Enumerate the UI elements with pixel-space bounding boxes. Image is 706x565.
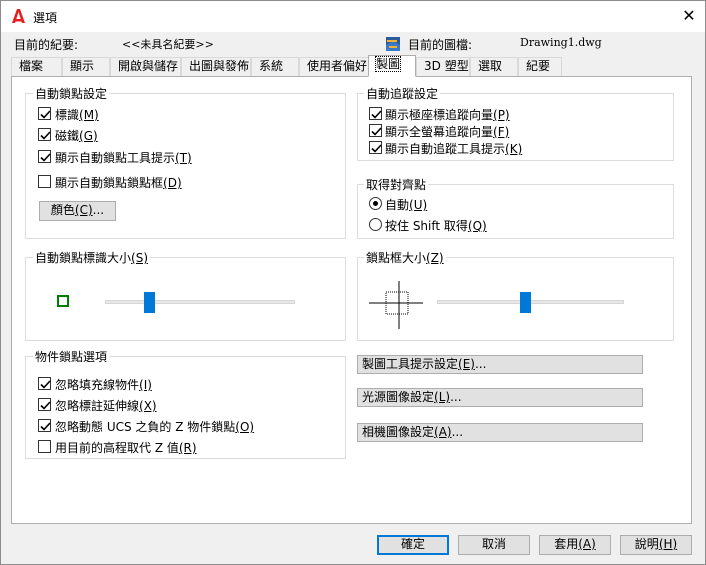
checkmark-icon xyxy=(371,110,382,119)
autotrack-tooltip-label: 顯示自動追蹤工具提示(K) xyxy=(385,142,523,156)
marker-size-group xyxy=(25,257,346,341)
checkmark-icon xyxy=(40,110,51,119)
shift-to-acquire-radio[interactable] xyxy=(369,218,382,231)
tab-display[interactable]: 顯示 xyxy=(62,57,110,76)
ignore-dimension-extension-checkbox[interactable] xyxy=(38,398,51,411)
current-drawing-value: Drawing1.dwg xyxy=(520,36,602,49)
marker-size-slider-thumb[interactable] xyxy=(143,292,155,313)
cameras-glyph-settings-button[interactable]: 相機圖像設定(A)... xyxy=(357,423,643,442)
lights-glyph-settings-button[interactable]: 光源圖像設定(L)... xyxy=(357,388,643,407)
marker-checkbox[interactable] xyxy=(38,107,51,120)
magnet-checkbox[interactable] xyxy=(38,128,51,141)
tab-3d-modeling[interactable]: 3D 塑型 xyxy=(416,57,470,76)
drawing-file-icon xyxy=(386,37,400,51)
autosnap-settings-title: 自動鎖點設定 xyxy=(33,85,110,102)
checkmark-icon xyxy=(40,380,51,389)
tab-profiles[interactable]: 紀要 xyxy=(518,57,562,76)
autocad-logo-icon xyxy=(12,9,25,23)
autotrack-settings-title: 自動追蹤設定 xyxy=(364,85,441,102)
automatic-label: 自動(U) xyxy=(385,198,428,212)
polar-tracking-vector-label: 顯示極座標追蹤向量(P) xyxy=(385,108,510,122)
aperture-box-checkbox[interactable] xyxy=(38,175,51,188)
tab-plot-and-publish[interactable]: 出圖與發佈 xyxy=(181,57,251,76)
autotrack-tooltip-checkbox[interactable] xyxy=(369,141,382,154)
tab-open-and-save[interactable]: 開啟與儲存 xyxy=(110,57,181,76)
shift-to-acquire-label: 按住 Shift 取得(Q) xyxy=(385,219,487,233)
ok-button[interactable]: 確定 xyxy=(377,535,449,555)
drafting-tab-panel: 自動鎖點設定 標識(M) 磁鐵(G) 顯示自動鎖點工具提示(T) 顯示自動鎖點鎖… xyxy=(11,76,692,524)
checkmark-icon xyxy=(40,153,51,162)
marker-size-title: 自動鎖點標識大小(S) xyxy=(33,249,150,266)
current-profile-value: <<未具名紀要>> xyxy=(122,38,214,51)
tab-user-preferences[interactable]: 使用者偏好 xyxy=(299,57,370,76)
object-snap-options-title: 物件鎖點選項 xyxy=(33,348,110,365)
cancel-button[interactable]: 取消 xyxy=(458,535,530,555)
ignore-hatch-label: 忽略填充線物件(I) xyxy=(55,378,152,392)
tab-drafting[interactable]: 製圖 xyxy=(368,55,416,77)
help-button[interactable]: 說明(H) xyxy=(620,535,692,555)
close-icon: ✕ xyxy=(682,6,696,25)
drafting-tooltip-settings-button[interactable]: 製圖工具提示設定(E)... xyxy=(357,355,643,374)
checkmark-icon xyxy=(40,131,51,140)
radio-selected-dot xyxy=(373,201,378,206)
ignore-dimension-extension-label: 忽略標註延伸線(X) xyxy=(55,399,157,413)
checkmark-icon xyxy=(371,144,382,153)
current-profile-label: 目前的紀要: xyxy=(14,38,79,52)
aperture-size-slider-thumb[interactable] xyxy=(519,292,531,313)
ignore-hatch-checkbox[interactable] xyxy=(38,377,51,390)
current-drawing-label: 目前的圖檔: xyxy=(408,38,473,52)
autosnap-tooltip-label: 顯示自動鎖點工具提示(T) xyxy=(55,151,192,165)
polar-tracking-vector-checkbox[interactable] xyxy=(369,107,382,120)
checkmark-icon xyxy=(40,401,51,410)
checkmark-icon xyxy=(371,127,382,136)
apply-button[interactable]: 套用(A) xyxy=(539,535,611,555)
aperture-box-label: 顯示自動鎖點鎖點框(D) xyxy=(55,176,182,190)
full-screen-tracking-vector-checkbox[interactable] xyxy=(369,124,382,137)
tab-files[interactable]: 檔案 xyxy=(11,57,62,76)
checkmark-icon xyxy=(40,422,51,431)
automatic-radio[interactable] xyxy=(369,197,382,210)
aperture-preview-icon xyxy=(369,281,423,329)
marker-label: 標識(M) xyxy=(55,108,99,122)
title-bar: 選項 ✕ xyxy=(1,1,705,32)
ignore-negative-z-checkbox[interactable] xyxy=(38,419,51,432)
aperture-size-title: 鎖點框大小(Z) xyxy=(364,249,446,266)
magnet-label: 磁鐵(G) xyxy=(55,129,98,143)
full-screen-tracking-vector-label: 顯示全螢幕追蹤向量(F) xyxy=(385,125,510,139)
tab-selection[interactable]: 選取 xyxy=(470,57,518,76)
autosnap-tooltip-checkbox[interactable] xyxy=(38,150,51,163)
tab-system[interactable]: 系統 xyxy=(251,57,299,76)
replace-z-with-elevation-checkbox[interactable] xyxy=(38,440,51,453)
marker-size-slider-track[interactable] xyxy=(105,300,295,304)
ignore-negative-z-label: 忽略動態 UCS 之負的 Z 物件鎖點(O) xyxy=(55,420,255,434)
options-dialog: 選項 ✕ 目前的紀要: <<未具名紀要>> 目前的圖檔: Drawing1.dw… xyxy=(0,0,706,565)
close-button[interactable]: ✕ xyxy=(673,1,705,32)
marker-size-preview xyxy=(57,295,69,307)
window-title: 選項 xyxy=(33,11,58,25)
alignment-acquisition-title: 取得對齊點 xyxy=(364,176,429,193)
replace-z-with-elevation-label: 用目前的高程取代 Z 值(R) xyxy=(55,441,197,455)
colors-button[interactable]: 顏色(C)... xyxy=(39,201,116,221)
